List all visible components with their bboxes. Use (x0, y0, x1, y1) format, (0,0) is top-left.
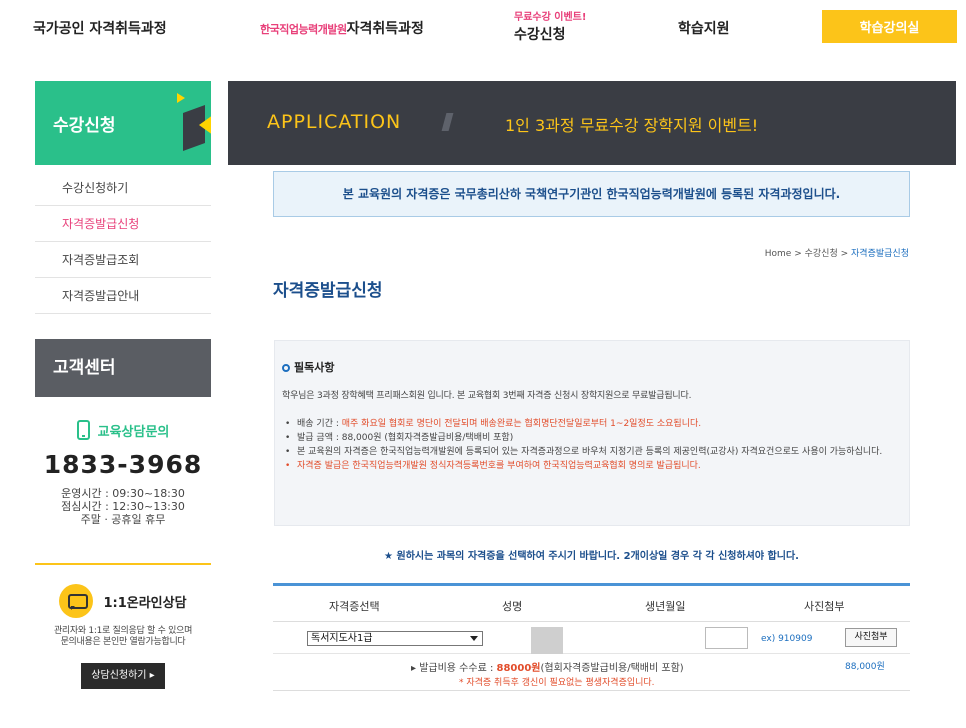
consult-phone: 1833-3968 (43, 450, 203, 479)
fee-value: 88000원 (496, 663, 541, 674)
breadcrumb-section[interactable]: 수강신청 (805, 249, 838, 259)
banner-event[interactable]: 1인 3과정 무료수강 장학지원 이벤트! (505, 112, 758, 136)
notice-item-delivery: 배송 기간 : 매주 화요일 협회로 명단이 전달되며 배송완료는 협회명단전달… (282, 417, 904, 431)
breadcrumb-sep: > (794, 249, 802, 259)
birth-example: ex) 910909 (761, 634, 813, 644)
fee-suffix: (협회자격증발급비용/택배비 포함) (540, 663, 684, 674)
delivery-text: 매주 화요일 협회로 명단이 전달되며 배송완료는 협회명단전달일로부터 1~2… (341, 419, 702, 429)
delivery-label: 배송 기간 : (297, 419, 342, 429)
notice-heading: 필독사항 (282, 359, 334, 375)
customer-center-title: 고객센터 (35, 339, 211, 397)
sidebar-item-cert-lookup[interactable]: 자격증발급조회 (35, 242, 211, 278)
header-cert-select: 자격증선택 (329, 600, 380, 613)
top-nav: 국가공인 자격취득과정 한국직업능력개발원자격취득과정 무료수강 이벤트! 수강… (0, 0, 966, 60)
hours-closed: 주말 · 공휴일 휴무 (80, 513, 166, 526)
notice-heading-text: 필독사항 (294, 361, 335, 374)
breadcrumb-home[interactable]: Home (765, 249, 792, 259)
fee-amount: 88,000원 (845, 662, 885, 672)
fee-note: * 자격증 취득후 갱신이 필요없는 평생자격증입니다. (459, 678, 655, 688)
banner-title: APPLICATION (267, 111, 402, 133)
consult-panel: 교육상담문의 1833-3968 운영시간 : 09:30~18:30 점심시간… (35, 420, 211, 526)
chevron-down-icon (470, 636, 478, 641)
birth-input[interactable] (705, 627, 748, 649)
notice-intro: 학우님은 3과정 장학혜택 프리패스회원 입니다. 본 교육협회 3번째 자격증… (282, 391, 692, 401)
fee-line: ▸ 발급비용 수수료 : 88000원(협회자격증발급비용/택배비 포함) (411, 659, 684, 674)
notice-item-voucher: 본 교육원의 자격증은 한국직업능력개발원에 등록되어 있는 자격증과정으로 바… (282, 445, 904, 459)
nav-enroll-label: 수강신청 (514, 27, 566, 43)
notice-item-issue: 자격증 발급은 한국직업능력개발원 정식자격등록번호를 부여하여 한국직업능력교… (282, 459, 904, 473)
header-name: 성명 (502, 600, 523, 613)
nav-study-support[interactable]: 학습지원 (678, 18, 730, 38)
notice-item-fee: 발급 금액 : 88,000원 (협회자격증발급비용/택배비 포함) (282, 431, 904, 445)
table-header: 자격증선택 성명 생년월일 사진첨부 (273, 586, 910, 622)
online-consult-panel: 1:1온라인상담 관리자와 1:1로 질의응답 할 수 있으며 문의내용은 본인… (35, 584, 211, 689)
cert-select-value: 독서지도사1급 (311, 633, 373, 644)
nav-brand: 한국직업능력개발원 (260, 23, 347, 36)
cert-apply-table: 자격증선택 성명 생년월일 사진첨부 독서지도사1급 ex) 910909 사진… (273, 583, 910, 691)
selection-guide: ★ 원하시는 과목의 자격증을 선택하여 주시기 바랍니다. 2개이상일 경우 … (384, 551, 799, 562)
table-row: 독서지도사1급 ex) 910909 사진첨부 (273, 622, 910, 654)
consult-hours: 운영시간 : 09:30~18:30 점심시간 : 12:30~13:30 주말… (35, 487, 211, 526)
sidebar-header: 수강신청 (35, 81, 211, 165)
divider (35, 563, 211, 565)
breadcrumb-sep: > (840, 249, 849, 259)
sidebar-item-enroll[interactable]: 수강신청하기 (35, 170, 211, 206)
header-birth: 생년월일 (645, 600, 686, 613)
study-room-button[interactable]: 학습강의실 (822, 10, 957, 43)
cert-select[interactable]: 독서지도사1급 (307, 631, 483, 646)
notice-list: 배송 기간 : 매주 화요일 협회로 명단이 전달되며 배송완료는 협회명단전달… (282, 417, 904, 473)
nav-enroll[interactable]: 무료수강 이벤트! 수강신청 (514, 8, 586, 44)
banner-deco-icon (441, 113, 454, 131)
online-desc-line2: 문의내용은 본인만 열람가능합니다 (60, 637, 186, 647)
consult-request-button[interactable]: 상담신청하기 ▸ (81, 663, 165, 689)
nav-krivet-label: 자격취득과정 (346, 21, 424, 37)
sidebar-title: 수강신청 (53, 116, 116, 136)
sidebar-item-cert-guide[interactable]: 자격증발급안내 (35, 278, 211, 314)
breadcrumb-current: 자격증발급신청 (851, 249, 909, 259)
deco-triangle-icon (177, 93, 185, 103)
chat-icon (59, 584, 94, 618)
fee-prefix: ▸ 발급비용 수수료 : (411, 663, 497, 674)
main-banner: APPLICATION 1인 3과정 무료수강 장학지원 이벤트! (228, 81, 956, 165)
phone-icon (76, 420, 90, 440)
page-title: 자격증발급신청 (273, 281, 383, 301)
name-field (531, 627, 563, 654)
consult-label: 교육상담문의 (97, 424, 170, 440)
header-photo: 사진첨부 (804, 600, 845, 613)
hours-lunch: 점심시간 : 12:30~13:30 (61, 500, 185, 513)
online-consult-desc: 관리자와 1:1로 질의응답 할 수 있으며 문의내용은 본인만 열람가능합니다 (35, 626, 211, 648)
deco-arrow-icon (199, 115, 211, 135)
fee-row: ▸ 발급비용 수수료 : 88000원(협회자격증발급비용/택배비 포함) * … (273, 653, 910, 691)
online-desc-line1: 관리자와 1:1로 질의응답 할 수 있으며 (53, 626, 193, 636)
circle-icon (282, 364, 290, 372)
nav-krivet-cert[interactable]: 한국직업능력개발원자격취득과정 (260, 18, 424, 38)
notice-panel: 필독사항 학우님은 3과정 장학혜택 프리패스회원 입니다. 본 교육협회 3번… (274, 340, 910, 526)
nav-national-cert[interactable]: 국가공인 자격취득과정 (33, 18, 167, 38)
sidebar-menu: 수강신청하기 자격증발급신청 자격증발급조회 자격증발급안내 (35, 170, 211, 314)
nav-promo-badge: 무료수강 이벤트! (514, 12, 587, 23)
sidebar-item-cert-apply[interactable]: 자격증발급신청 (35, 206, 211, 242)
cert-notice: 본 교육원의 자격증은 국무총리산하 국책연구기관인 한국직업능력개발원에 등록… (273, 171, 910, 217)
hours-operating: 운영시간 : 09:30~18:30 (61, 487, 185, 500)
photo-attach-button[interactable]: 사진첨부 (845, 628, 897, 647)
online-consult-label: 1:1온라인상담 (103, 595, 187, 611)
breadcrumb: Home > 수강신청 > 자격증발급신청 (765, 246, 909, 259)
